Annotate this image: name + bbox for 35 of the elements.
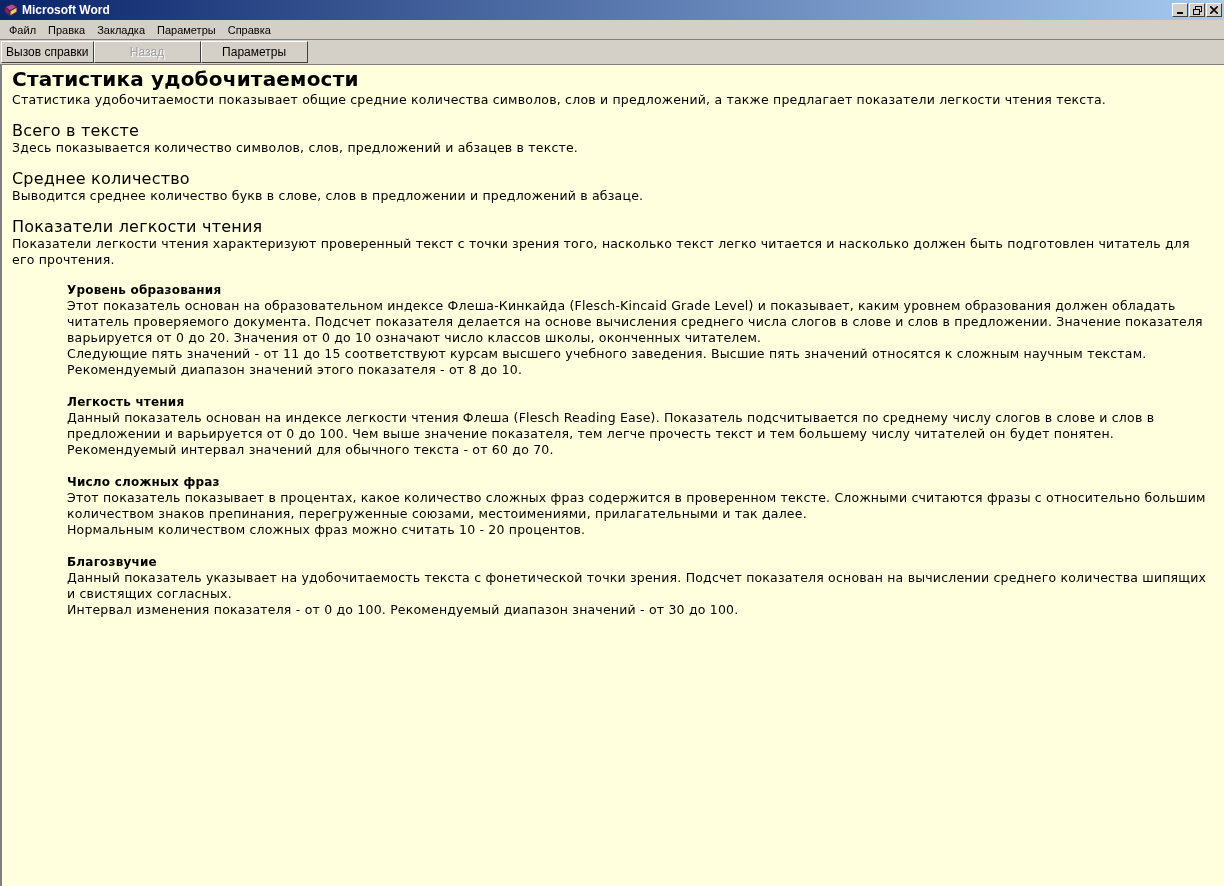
paragraph: Следующие пять значений - от 11 до 15 соответствуют курсам высшего учебного заведения. Высшие пять значений относятся к сложным научным текстам. bbox=[67, 346, 1148, 362]
subsection-heading: Число сложных фраз bbox=[67, 474, 221, 490]
paragraph: Нормальным количеством сложных фраз можно считать 10 - 20 процентов. bbox=[67, 522, 587, 538]
restore-icon bbox=[1192, 5, 1202, 15]
paragraph: Данный показатель указывает на удобочитаемость текста с фонетической точки зрения. Подсчет показателя основан на вычислении среднего количества шипящих и свистящих согласных. bbox=[67, 570, 1208, 602]
close-icon bbox=[1210, 6, 1218, 14]
book-icon bbox=[3, 2, 19, 18]
paragraph: Рекомендуемый диапазон значений этого показателя - от 8 до 10. bbox=[67, 362, 524, 378]
toolbar-button[interactable]: Вызов справки bbox=[1, 41, 94, 63]
subsection-heading: Уровень образования bbox=[67, 282, 223, 298]
section-heading: Всего в тексте bbox=[12, 121, 140, 140]
toolbar-button[interactable]: Параметры bbox=[200, 41, 308, 63]
menu-item[interactable]: Справка bbox=[222, 23, 276, 36]
menu-item[interactable]: Параметры bbox=[152, 23, 221, 36]
paragraph: Интервал изменения показателя - от 0 до 100. Рекомендуемый диапазон значений - от 30 до 100. bbox=[67, 602, 740, 618]
menu-item[interactable]: Правка bbox=[43, 23, 91, 36]
minimize-button[interactable] bbox=[1172, 3, 1188, 17]
paragraph: Выводится среднее количество букв в слове, слов в предложении и предложений в абзаце. bbox=[12, 188, 645, 204]
paragraph: Данный показатель основан на индексе легкости чтения Флеша (Flesch Reading Ease). Показатель подсчитывается по среднему числу слогов в слове и слов в предложении и варьируется от 0 до 100. Чем выше значение показателя, тем легче прочесть текст и тем большему числу читателей он будет понятен. bbox=[67, 410, 1156, 442]
window-title: Microsoft Word bbox=[22, 3, 111, 17]
maximize-button[interactable] bbox=[1189, 3, 1205, 17]
paragraph: Рекомендуемый интервал значений для обычного текста - от 60 до 70. bbox=[67, 442, 555, 458]
paragraph: Статистика удобочитаемости показывает общие средние количества символов, слов и предложений, а также предлагает показатели легкости чтения текста. bbox=[12, 92, 1107, 108]
menu-item[interactable]: Закладка bbox=[92, 23, 151, 36]
close-button[interactable] bbox=[1206, 3, 1222, 17]
paragraph: Показатели легкости чтения характеризуют проверенный текст с точки зрения того, насколько текст легко читается и насколько должен быть подготовлен читатель для его прочтения. bbox=[12, 236, 1191, 268]
section-heading: Среднее количество bbox=[12, 169, 191, 188]
paragraph: Этот показатель показывает в процентах, какое количество сложных фраз содержится в проверенном тексте. Сложными считаются фразы с относительно большим количеством знаков препинания, перегруженные союзами, местоимениями, прилагательными и так далее. bbox=[67, 490, 1207, 522]
section-heading: Показатели легкости чтения bbox=[12, 217, 264, 236]
menu-item[interactable]: Файл bbox=[4, 23, 42, 36]
subsection-heading: Легкость чтения bbox=[67, 394, 186, 410]
paragraph: Здесь показывается количество символов, слов, предложений и абзацев в тексте. bbox=[12, 140, 580, 156]
page-title: Статистика удобочитаемости bbox=[12, 67, 360, 91]
subsection-heading: Благозвучие bbox=[67, 554, 158, 570]
paragraph: Этот показатель основан на образовательном индексе Флеша-Кинкайда (Flesch-Kincaid Grade Level) и показывает, каким уровнем образования должен обладать читатель проверяемого документа. Подсчет показателя делается на основе вычисления среднего числа слогов в слове и слов в предложении. Значение показателя варьируется от 0 до 20. Значения от 0 до 10 означают число классов школы, оконченных читателем. bbox=[67, 298, 1204, 346]
